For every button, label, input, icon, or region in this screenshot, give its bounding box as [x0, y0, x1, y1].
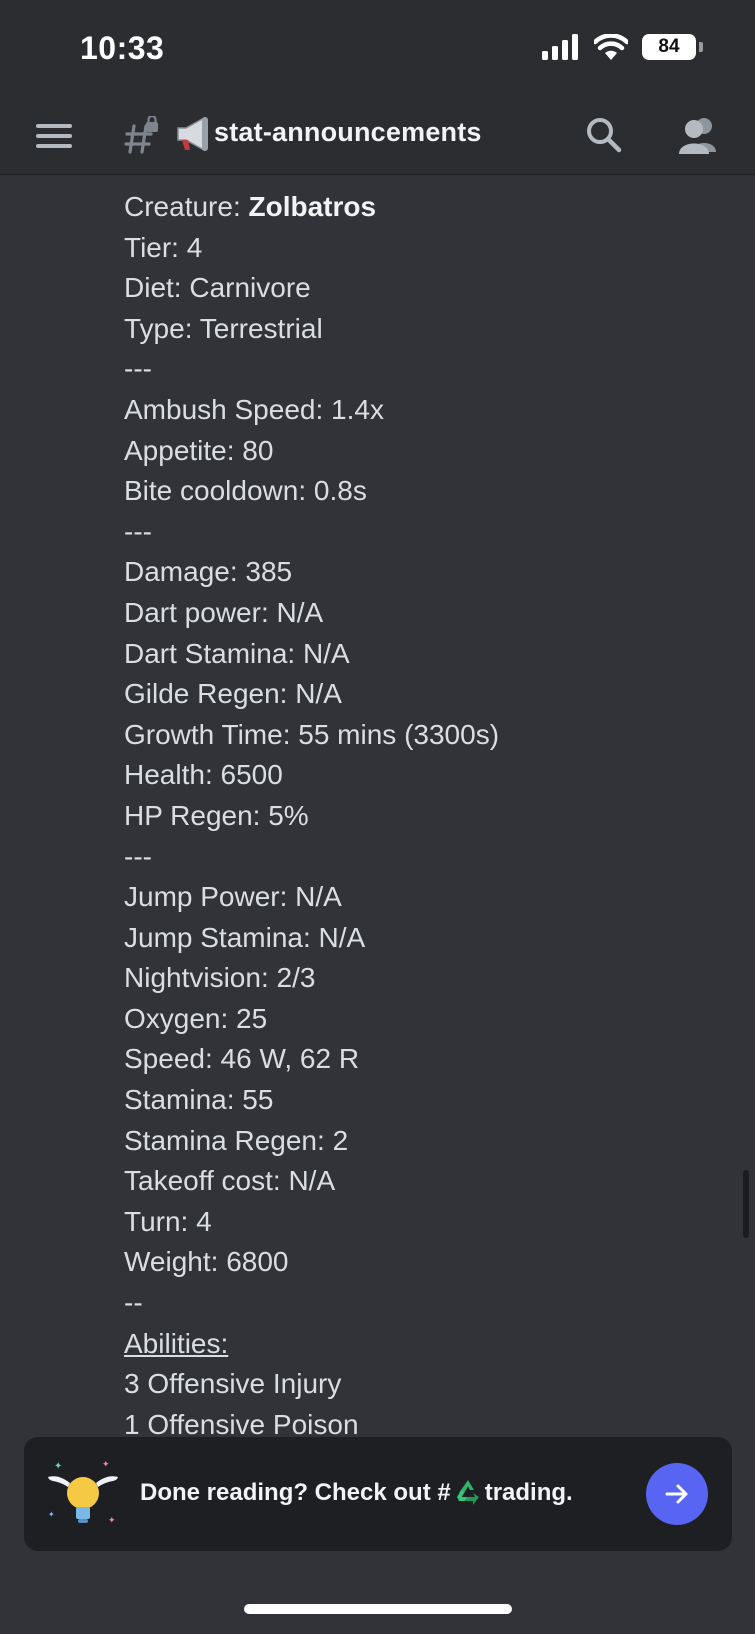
stat-line: Weight: 6800	[124, 1246, 289, 1278]
svg-text:✦: ✦	[108, 1516, 116, 1526]
message-content: Creature: Zolbatros Tier: 4 Diet: Carnivo…	[124, 187, 499, 1435]
recycle-icon	[456, 1480, 479, 1505]
svg-text:✦: ✦	[54, 1461, 62, 1472]
menu-icon-bar	[36, 124, 72, 128]
creature-name: Zolbatros	[248, 191, 377, 222]
stat-line: ---	[124, 515, 152, 547]
stat-line: ---	[124, 353, 152, 385]
creature-label: Creature:	[124, 191, 249, 222]
bulb-with-wings-icon: ✦ ✦ ✦ ✦	[48, 1460, 118, 1526]
stat-line: Stamina Regen: 2	[124, 1124, 349, 1156]
stat-line: Jump Stamina: N/A	[124, 921, 366, 953]
cellular-signal-icon	[542, 34, 578, 60]
status-bar: 10:33 84	[0, 0, 755, 100]
stat-line: Gilde Regen: N/A	[124, 678, 342, 710]
stat-line: Turn: 4	[124, 1205, 212, 1237]
channel-name: stat-announcements	[214, 117, 482, 147]
stat-line: ---	[124, 840, 152, 872]
stat-line: Jump Power: N/A	[124, 881, 342, 913]
stat-line: --	[124, 1287, 143, 1319]
prompt-text: Done reading? Check out # trading.	[140, 1477, 573, 1507]
stat-line: Stamina: 55	[124, 1084, 274, 1116]
creature-line: Creature: Zolbatros	[124, 187, 499, 228]
stat-line: Tier: 4	[124, 231, 203, 263]
menu-icon-bar	[36, 144, 72, 148]
battery-cap	[699, 42, 703, 52]
stat-line: Diet: Carnivore	[124, 272, 311, 304]
locked-channel-hash-icon	[124, 116, 158, 154]
stat-line: Type: Terrestrial	[124, 312, 323, 344]
megaphone-icon	[177, 116, 208, 152]
stat-line: Speed: 46 W, 62 R	[124, 1043, 360, 1075]
home-indicator[interactable]	[244, 1604, 512, 1614]
svg-text:✦: ✦	[48, 1510, 55, 1519]
status-time: 10:33	[80, 30, 165, 66]
stat-line: Growth Time: 55 mins (3300s)	[124, 718, 500, 750]
stat-line: HP Regen: 5%	[124, 799, 309, 831]
prompt-text-start: Done reading? Check out #	[140, 1479, 451, 1506]
go-to-channel-button[interactable]	[646, 1463, 708, 1525]
svg-text:✦: ✦	[102, 1460, 110, 1470]
stat-line: Bite cooldown: 0.8s	[124, 475, 367, 507]
stat-line: Dart Stamina: N/A	[124, 637, 350, 669]
next-channel-prompt[interactable]: ✦ ✦ ✦ ✦ Done reading? Check out # tradin…	[24, 1437, 732, 1551]
stat-line: Ambush Speed: 1.4x	[124, 393, 384, 425]
menu-icon-bar	[36, 134, 72, 138]
wifi-icon	[594, 34, 628, 60]
scrollbar-thumb[interactable]	[743, 1170, 749, 1238]
stat-line: Takeoff cost: N/A	[124, 1165, 336, 1197]
battery-indicator: 84	[642, 34, 696, 60]
ability-line: 1 Offensive Poison	[124, 1408, 359, 1435]
search-icon[interactable]	[584, 114, 624, 156]
channel-header: stat-announcements	[0, 100, 755, 175]
stat-line: Damage: 385	[124, 556, 293, 588]
stat-line: Nightvision: 2/3	[124, 962, 316, 994]
prompt-text-channel: trading.	[484, 1479, 573, 1506]
status-icons: 84	[542, 34, 703, 60]
stat-line: Dart power: N/A	[124, 596, 324, 628]
message-list[interactable]: Creature: Zolbatros Tier: 4 Diet: Carnivo…	[0, 175, 755, 1435]
arrow-right-icon	[665, 1484, 688, 1504]
stat-line: Oxygen: 25	[124, 1002, 268, 1034]
members-icon[interactable]	[676, 114, 720, 156]
stat-line: Health: 6500	[124, 759, 283, 791]
menu-button[interactable]	[36, 120, 72, 150]
stat-line: Appetite: 80	[124, 434, 274, 466]
abilities-heading: Abilities:	[124, 1327, 229, 1359]
ability-line: 3 Offensive Injury	[124, 1368, 342, 1400]
